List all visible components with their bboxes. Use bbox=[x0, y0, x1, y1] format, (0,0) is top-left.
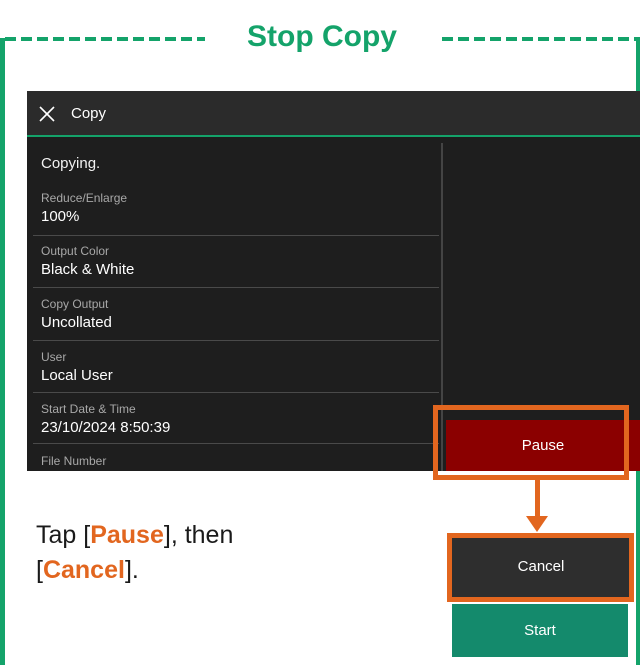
pause-highlight-box bbox=[433, 405, 629, 480]
info-value: 23/10/2024 8:50:39 bbox=[41, 419, 171, 436]
info-value: Local User bbox=[41, 367, 113, 384]
instruction-part: Tap [ bbox=[36, 521, 91, 549]
screen-title: Copy bbox=[71, 105, 107, 122]
info-label: User bbox=[41, 350, 67, 364]
info-value: Uncollated bbox=[41, 314, 112, 331]
info-row-file-number: File Number bbox=[27, 443, 439, 471]
page-title: Stop Copy bbox=[247, 20, 397, 53]
row-divider bbox=[33, 235, 439, 236]
info-row-copy-output: Copy Output Uncollated bbox=[27, 287, 439, 340]
screen-header: Copy bbox=[27, 91, 640, 137]
row-divider bbox=[33, 392, 439, 393]
instruction-cancel: Cancel bbox=[42, 556, 125, 584]
arrow-down-icon bbox=[535, 480, 540, 518]
info-row-output-color: Output Color Black & White bbox=[27, 235, 439, 287]
cancel-highlight-box bbox=[447, 533, 634, 602]
instruction-part: ]. bbox=[124, 556, 139, 584]
info-row-reduce-enlarge: Reduce/Enlarge 100% bbox=[27, 183, 439, 235]
title-dash-right bbox=[442, 37, 640, 41]
instruction-part: [ bbox=[36, 556, 43, 584]
info-label: Copy Output bbox=[41, 297, 109, 311]
close-icon[interactable] bbox=[37, 104, 57, 124]
instruction-pause: Pause bbox=[90, 521, 164, 549]
info-value: Black & White bbox=[41, 261, 135, 278]
row-divider bbox=[33, 340, 439, 341]
info-row-start-date-time: Start Date & Time 23/10/2024 8:50:39 bbox=[27, 392, 439, 443]
info-row-user: User Local User bbox=[27, 340, 439, 392]
header-accent-line bbox=[27, 135, 640, 137]
instruction-text: Tap [Pause], then [Cancel]. bbox=[36, 518, 233, 588]
info-label: Reduce/Enlarge bbox=[41, 191, 128, 205]
arrow-head bbox=[526, 516, 548, 532]
info-label: Start Date & Time bbox=[41, 402, 136, 416]
job-status: Copying. bbox=[41, 155, 101, 172]
row-divider bbox=[33, 443, 439, 444]
frame-border-left bbox=[0, 38, 5, 665]
info-value: 100% bbox=[41, 208, 80, 225]
start-button[interactable]: Start bbox=[452, 604, 628, 657]
instruction-part: ], then bbox=[163, 521, 234, 549]
info-label: Output Color bbox=[41, 244, 110, 258]
row-divider bbox=[33, 287, 439, 288]
title-dash-left bbox=[5, 37, 205, 41]
info-label-file-number: File Number bbox=[41, 454, 107, 468]
